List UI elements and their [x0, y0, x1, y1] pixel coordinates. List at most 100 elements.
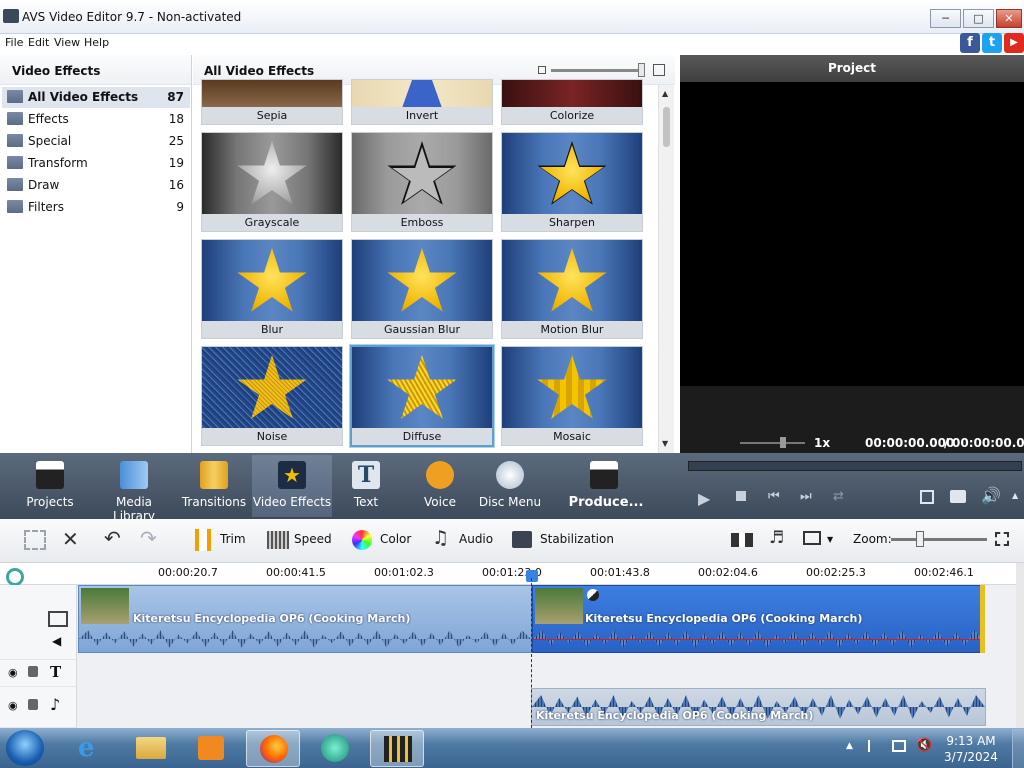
lock-icon[interactable]	[28, 666, 38, 677]
text-button[interactable]: T Text	[330, 455, 402, 517]
menu-edit[interactable]: Edit	[28, 36, 49, 49]
minimize-button[interactable]: ─	[930, 9, 961, 28]
volume-icon[interactable]: 🔊	[981, 486, 1001, 505]
scroll-up-icon[interactable]: ▲	[662, 89, 668, 98]
volume-line[interactable]	[533, 639, 983, 640]
produce-button[interactable]: Produce...	[566, 455, 646, 517]
menu-file[interactable]: File	[5, 36, 23, 49]
loop-icon[interactable]: ⇄	[833, 489, 844, 504]
grid-scrollbar[interactable]: ▲ ▼	[658, 85, 674, 453]
show-desktop-button[interactable]	[1012, 729, 1024, 768]
speed-slider-handle[interactable]	[780, 437, 786, 448]
timeline-settings-icon[interactable]	[6, 568, 24, 586]
effect-invert[interactable]: Invert	[351, 79, 493, 125]
trim-button[interactable]: Trim	[220, 532, 246, 546]
scroll-down-icon[interactable]: ▼	[662, 439, 668, 448]
fit-zoom-icon[interactable]	[995, 532, 1009, 546]
small-thumb-icon[interactable]	[538, 66, 546, 74]
split-icon[interactable]	[731, 533, 753, 547]
taskbar-file-explorer[interactable]	[124, 730, 178, 767]
voice-button[interactable]: Voice	[404, 455, 476, 517]
undo-icon[interactable]: ↶	[104, 526, 121, 550]
taskbar-firefox[interactable]	[246, 730, 300, 767]
start-button[interactable]	[6, 730, 44, 766]
menu-help[interactable]: Help	[84, 36, 109, 49]
audio-button[interactable]: Audio	[459, 532, 493, 546]
stabilization-button[interactable]: Stabilization	[540, 532, 614, 546]
slider-handle[interactable]	[638, 63, 645, 77]
effect-gaussian-blur[interactable]: Gaussian Blur	[351, 239, 493, 339]
timeline-scrollbar[interactable]	[1016, 563, 1024, 728]
redo-icon[interactable]: ↷	[140, 526, 157, 550]
select-icon[interactable]	[24, 530, 46, 550]
tray-arrow-icon[interactable]: ▲	[846, 741, 853, 751]
speed-button[interactable]: Speed	[294, 532, 332, 546]
eye-icon[interactable]: ◉	[8, 666, 18, 679]
video-effects-button[interactable]: ★ Video Effects	[252, 455, 332, 517]
volume-arrow-icon[interactable]: ▲	[1012, 491, 1018, 500]
effect-motion-blur[interactable]: Motion Blur	[501, 239, 643, 339]
category-all-video-effects[interactable]: All Video Effects 87	[2, 87, 190, 108]
fullscreen-icon[interactable]	[920, 490, 934, 504]
effect-emboss[interactable]: Emboss	[351, 132, 493, 232]
category-draw[interactable]: Draw 16	[2, 175, 190, 196]
effect-sepia[interactable]: Sepia	[201, 79, 343, 125]
video-clip-2[interactable]: Kiteretsu Encyclopedia OP6 (Cooking Marc…	[532, 585, 984, 653]
playhead-handle[interactable]	[526, 570, 538, 582]
audio-clip[interactable]: Kiteretsu Encyclopedia OP6 (Cooking Marc…	[531, 688, 986, 726]
snapshot-icon[interactable]	[950, 490, 966, 503]
category-filters[interactable]: Filters 9	[2, 197, 190, 218]
stop-icon[interactable]	[736, 491, 746, 501]
display-dropdown-icon[interactable]: ▼	[827, 535, 833, 544]
color-button[interactable]: Color	[380, 532, 411, 546]
media-library-button[interactable]: Media Library	[96, 455, 172, 523]
taskbar-avs-video-editor[interactable]	[370, 730, 424, 767]
next-frame-icon[interactable]: ⏭	[800, 489, 812, 504]
taskbar-app[interactable]	[308, 730, 362, 767]
maximize-button[interactable]: □	[963, 9, 994, 28]
twitter-icon[interactable]: t	[982, 33, 1002, 53]
clip-end-marker[interactable]	[980, 585, 985, 653]
speaker-muted-icon[interactable]: 🔇	[916, 738, 932, 753]
network-icon[interactable]	[892, 740, 906, 752]
disc-menu-button[interactable]: Disc Menu	[474, 455, 546, 517]
youtube-icon[interactable]: ▶	[1004, 33, 1024, 53]
effect-noise[interactable]: Noise	[201, 346, 343, 446]
menu-view[interactable]: View	[54, 36, 80, 49]
effect-mosaic[interactable]: Mosaic	[501, 346, 643, 446]
close-button[interactable]: ✕	[996, 9, 1022, 28]
transitions-button[interactable]: Transitions	[178, 455, 250, 517]
seek-bar[interactable]	[688, 461, 1022, 471]
taskbar-internet-explorer[interactable]: e	[64, 730, 118, 767]
video-clip-1[interactable]: Kiteretsu Encyclopedia OP6 (Cooking Marc…	[78, 585, 532, 653]
scroll-thumb[interactable]	[663, 107, 670, 147]
eye-icon[interactable]: ◉	[8, 699, 18, 712]
effect-sharpen[interactable]: Sharpen	[501, 132, 643, 232]
audio-mixer-icon[interactable]: ♬	[769, 528, 784, 548]
display-mode-icon[interactable]	[803, 531, 821, 545]
category-effects[interactable]: Effects 18	[2, 109, 190, 130]
category-transform[interactable]: Transform 19	[2, 153, 190, 174]
effect-blur[interactable]: Blur	[201, 239, 343, 339]
delete-icon[interactable]: ✕	[62, 527, 79, 551]
large-thumb-icon[interactable]	[653, 64, 665, 76]
system-clock[interactable]: 9:13 AM 3/7/2024	[940, 733, 1002, 765]
thumb-size-slider[interactable]	[551, 69, 645, 72]
effect-diffuse[interactable]: Diffuse	[350, 345, 494, 447]
speed-slider[interactable]	[740, 442, 805, 444]
microphone-icon	[426, 461, 454, 489]
mute-icon[interactable]: ◀	[52, 634, 61, 648]
effect-grayscale[interactable]: Grayscale	[201, 132, 343, 232]
effect-colorize[interactable]: Colorize	[501, 79, 643, 125]
taskbar-media-player[interactable]	[184, 730, 238, 767]
color-wheel-icon	[352, 530, 372, 550]
projects-button[interactable]: Projects	[14, 455, 86, 517]
category-special[interactable]: Special 25	[2, 131, 190, 152]
lock-icon[interactable]	[28, 699, 38, 710]
zoom-slider[interactable]	[891, 538, 987, 541]
facebook-icon[interactable]: f	[960, 33, 980, 53]
flag-icon[interactable]	[868, 740, 880, 752]
play-icon[interactable]: ▶	[698, 489, 710, 508]
previous-frame-icon[interactable]: ⏮	[768, 489, 780, 504]
zoom-slider-handle[interactable]	[916, 531, 924, 547]
